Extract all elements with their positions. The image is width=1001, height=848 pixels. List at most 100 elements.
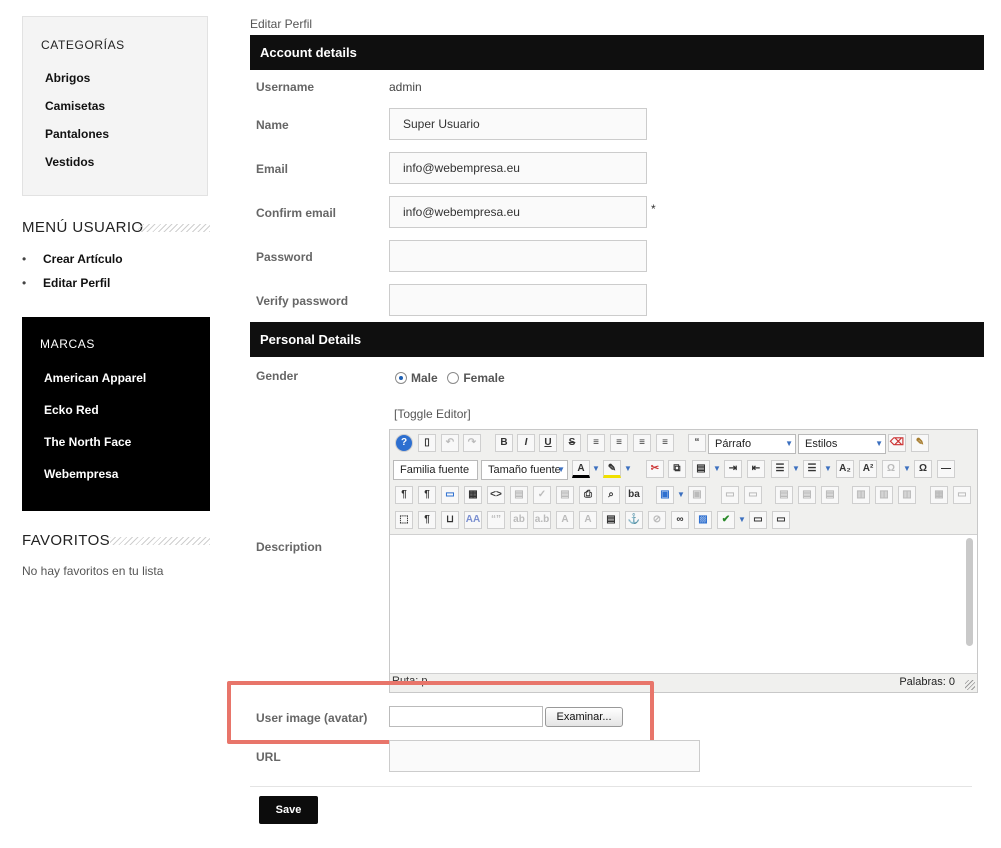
- search-icon[interactable]: ⌕: [602, 486, 620, 504]
- table-row-before-icon[interactable]: ▤: [775, 486, 793, 504]
- new-document-icon[interactable]: ▯: [418, 434, 436, 452]
- move-forward-icon[interactable]: ▭: [721, 486, 739, 504]
- dropdown-arrow-icon[interactable]: ▼: [712, 461, 722, 479]
- italic-icon[interactable]: I: [517, 434, 535, 452]
- preview-icon[interactable]: ▦: [464, 486, 482, 504]
- fullscreen-icon[interactable]: ▭: [441, 486, 459, 504]
- attributes-icon[interactable]: ▤: [602, 511, 620, 529]
- unlink-icon[interactable]: ⊘: [648, 511, 666, 529]
- align-right-icon[interactable]: ≡: [633, 434, 651, 452]
- template-icon[interactable]: ▤: [510, 486, 528, 504]
- format-select[interactable]: Párrafo ▼: [708, 434, 796, 454]
- brand-link-the-north-face[interactable]: The North Face: [44, 435, 146, 467]
- copy-icon[interactable]: ⧉: [668, 460, 686, 478]
- styleprops-icon[interactable]: AA: [464, 511, 482, 529]
- paste-word-icon[interactable]: ▤: [556, 486, 574, 504]
- highlight-color-icon[interactable]: ✎: [603, 460, 621, 478]
- gender-male-label[interactable]: Male: [411, 371, 438, 385]
- resize-grip-icon[interactable]: [965, 680, 975, 690]
- table-col-before-icon[interactable]: ▥: [852, 486, 870, 504]
- readmore-icon[interactable]: ▭: [772, 511, 790, 529]
- strikethrough-icon[interactable]: S: [563, 434, 581, 452]
- acronym-icon[interactable]: a.b: [533, 511, 551, 529]
- editor-scrollbar[interactable]: [966, 538, 973, 646]
- remove-format-icon[interactable]: ⌫: [888, 434, 906, 452]
- password-input[interactable]: [389, 240, 647, 272]
- special-character-icon[interactable]: Ω: [914, 460, 932, 478]
- pagebreak-icon[interactable]: ▭: [749, 511, 767, 529]
- url-input[interactable]: [389, 740, 700, 772]
- print-icon[interactable]: ⎙: [579, 486, 597, 504]
- category-link-camisetas[interactable]: Camisetas: [45, 99, 109, 127]
- non-breaking-icon[interactable]: ⊔: [441, 511, 459, 529]
- gender-female-radio[interactable]: [447, 372, 460, 384]
- cleanup-brush-icon[interactable]: ✎: [911, 434, 929, 452]
- move-backward-icon[interactable]: ▭: [744, 486, 762, 504]
- align-left-icon[interactable]: ≡: [587, 434, 605, 452]
- dropdown-arrow-icon[interactable]: ▼: [823, 461, 833, 479]
- verify-password-input[interactable]: [389, 284, 647, 316]
- ltr-icon[interactable]: ¶: [395, 486, 413, 504]
- brand-link-ecko-red[interactable]: Ecko Red: [44, 403, 146, 435]
- del-icon[interactable]: A: [556, 511, 574, 529]
- user-menu-item-editar-perfil[interactable]: • Editar Perfil: [22, 276, 123, 300]
- outdent-icon[interactable]: ⇤: [747, 460, 765, 478]
- table-delete-row-icon[interactable]: ▤: [821, 486, 839, 504]
- table-col-after-icon[interactable]: ▥: [875, 486, 893, 504]
- category-link-pantalones[interactable]: Pantalones: [45, 127, 109, 155]
- horizontal-rule-icon[interactable]: —: [937, 460, 955, 478]
- brand-link-webempresa[interactable]: Webempresa: [44, 467, 146, 499]
- table-props-icon[interactable]: ▭: [953, 486, 971, 504]
- dropdown-arrow-icon[interactable]: ▼: [676, 487, 686, 505]
- anchor-icon[interactable]: ⚓: [625, 511, 643, 529]
- abbr-icon[interactable]: ab: [510, 511, 528, 529]
- spellchecker-icon[interactable]: ✔: [717, 511, 735, 529]
- help-icon[interactable]: ?: [395, 434, 413, 452]
- dropdown-arrow-icon[interactable]: ▼: [737, 512, 747, 530]
- gender-female-label[interactable]: Female: [463, 371, 504, 385]
- bold-icon[interactable]: B: [495, 434, 513, 452]
- user-menu-item-crear-articulo[interactable]: • Crear Artículo: [22, 252, 123, 276]
- rtl-icon[interactable]: ¶: [418, 486, 436, 504]
- replace-icon[interactable]: ba: [625, 486, 643, 504]
- align-justify-icon[interactable]: ≡: [656, 434, 674, 452]
- paste-icon[interactable]: ▤: [692, 460, 710, 478]
- ins-icon[interactable]: A: [579, 511, 597, 529]
- category-link-vestidos[interactable]: Vestidos: [45, 155, 109, 183]
- dropdown-arrow-icon[interactable]: ▼: [791, 461, 801, 479]
- source-code-icon[interactable]: <>: [487, 486, 505, 504]
- brand-link-american-apparel[interactable]: American Apparel: [44, 371, 146, 403]
- email-input[interactable]: info@webempresa.eu: [389, 152, 647, 184]
- visual-aid-icon[interactable]: ⬚: [395, 511, 413, 529]
- show-blocks-icon[interactable]: ¶: [418, 511, 436, 529]
- category-link-abrigos[interactable]: Abrigos: [45, 71, 109, 99]
- undo-icon[interactable]: ↶: [441, 434, 459, 452]
- confirm-email-input[interactable]: info@webempresa.eu: [389, 196, 647, 228]
- text-color-icon[interactable]: A: [572, 460, 590, 478]
- save-button[interactable]: Save: [259, 796, 318, 824]
- cut-icon[interactable]: ✂: [646, 460, 664, 478]
- name-input[interactable]: Super Usuario: [389, 108, 647, 140]
- spellcheck-icon[interactable]: ✓: [533, 486, 551, 504]
- cite-icon[interactable]: “”: [487, 511, 505, 529]
- dropdown-arrow-icon[interactable]: ▼: [623, 461, 633, 479]
- font-family-select[interactable]: Familia fuente: [393, 460, 478, 480]
- redo-icon[interactable]: ↷: [463, 434, 481, 452]
- superscript-icon[interactable]: A²: [859, 460, 877, 478]
- gender-male-radio[interactable]: [395, 372, 407, 384]
- styles-select[interactable]: Estilos ▼: [798, 434, 886, 454]
- underline-icon[interactable]: U: [539, 434, 557, 452]
- link-icon[interactable]: ∞: [671, 511, 689, 529]
- table-icon[interactable]: ▦: [930, 486, 948, 504]
- ordered-list-icon[interactable]: ☰: [771, 460, 789, 478]
- table-row-after-icon[interactable]: ▤: [798, 486, 816, 504]
- insert-layer-icon[interactable]: ▣: [656, 486, 674, 504]
- indent-icon[interactable]: ⇥: [724, 460, 742, 478]
- editor-content-area[interactable]: [390, 535, 977, 674]
- image-icon[interactable]: ▨: [694, 511, 712, 529]
- delete-layer-icon[interactable]: ▣: [688, 486, 706, 504]
- toggle-editor-link[interactable]: [Toggle Editor]: [394, 407, 471, 421]
- subscript-icon[interactable]: A₂: [836, 460, 854, 478]
- align-center-icon[interactable]: ≡: [610, 434, 628, 452]
- font-size-select[interactable]: Tamaño fuente ▼: [481, 460, 568, 480]
